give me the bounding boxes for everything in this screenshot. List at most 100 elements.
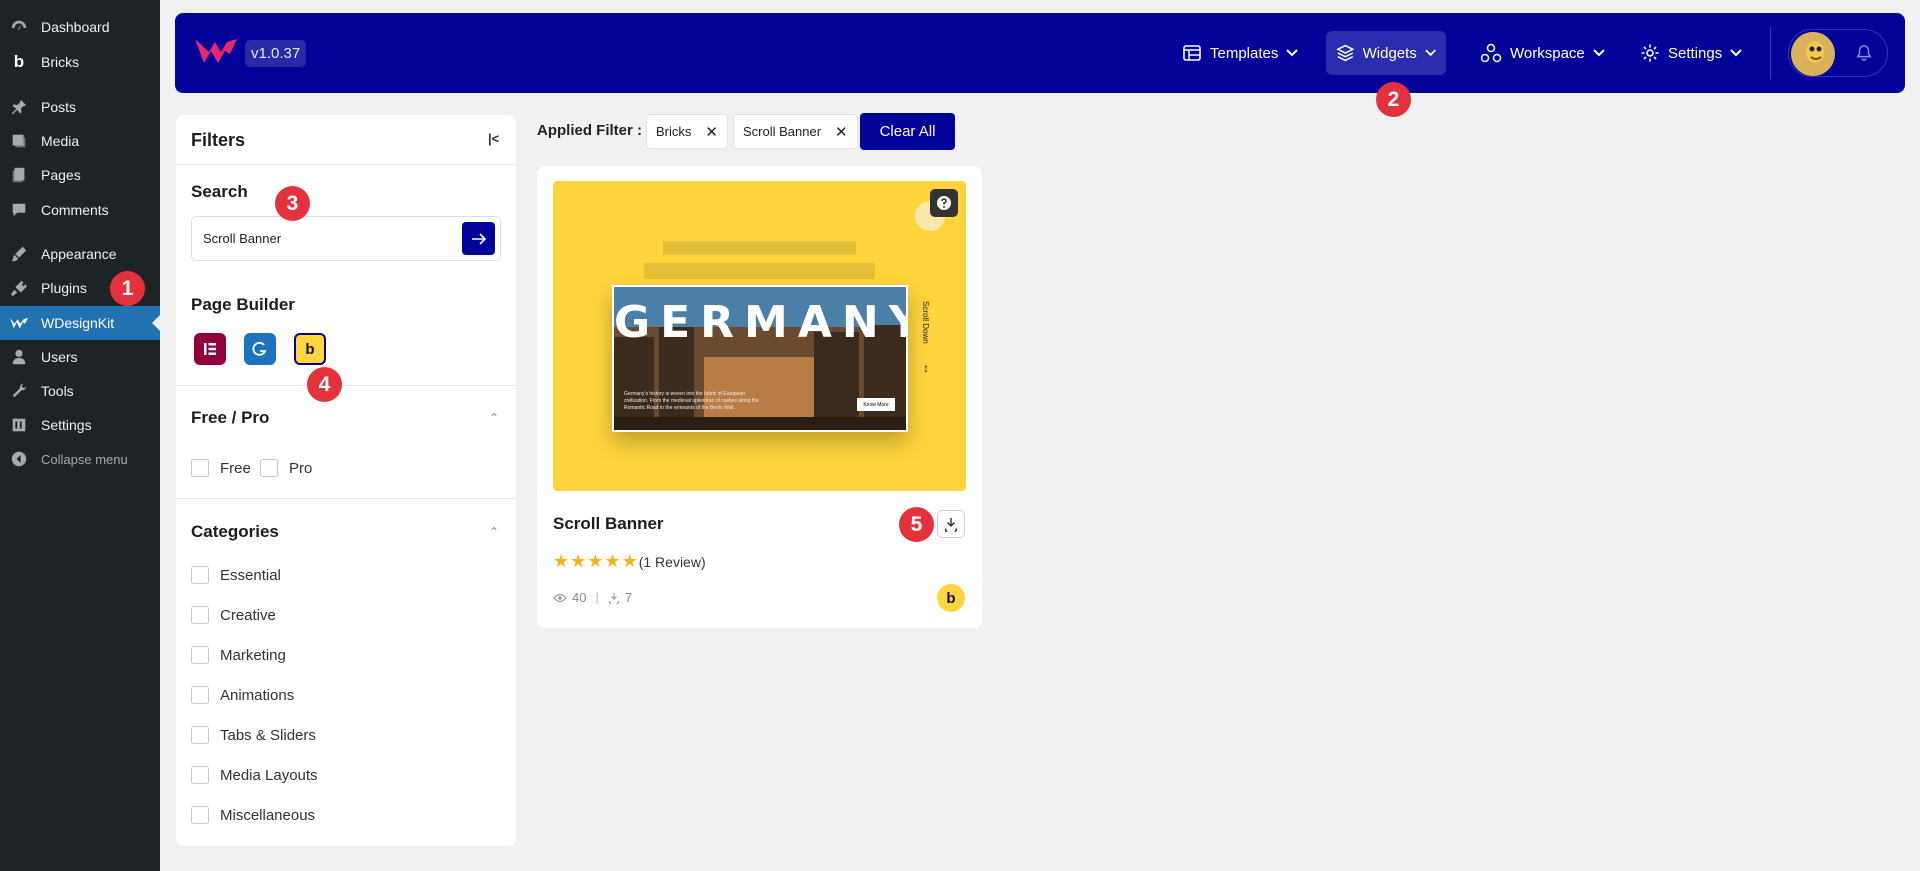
banner-button: Know More	[857, 398, 895, 411]
bricks-icon: b	[13, 52, 25, 71]
checkbox[interactable]	[191, 726, 209, 744]
chevron-down-icon	[1286, 49, 1299, 57]
nav-widgets[interactable]: Widgets	[1326, 31, 1446, 75]
checkbox[interactable]	[191, 459, 209, 477]
applied-chip-scroll-banner: Scroll Banner ✕	[733, 114, 858, 149]
applied-chip-bricks: Bricks ✕	[646, 114, 728, 149]
wp-menu-comments[interactable]: Comments	[0, 193, 160, 227]
category-tabs-sliders-checkbox[interactable]: Tabs & Sliders	[191, 726, 316, 744]
wp-menu-wdesignkit[interactable]: WDesignKit	[0, 306, 160, 340]
wp-menu-media[interactable]: Media	[0, 124, 160, 158]
wp-menu-posts[interactable]: Posts	[0, 90, 160, 124]
widget-card[interactable]: GERMANY Germany's history is woven into …	[537, 166, 982, 628]
step-marker-5: 5	[899, 507, 934, 542]
filters-panel: Filters |< Search Page Builder b Free / …	[176, 115, 516, 846]
wp-menu-settings[interactable]: Settings	[0, 408, 160, 442]
widget-title[interactable]: Scroll Banner	[553, 514, 664, 534]
download-icon	[944, 518, 958, 532]
filters-title: Filters	[191, 130, 246, 150]
nav-workspace[interactable]: Workspace	[1470, 31, 1615, 75]
chevron-up-icon[interactable]: ⌃	[489, 411, 499, 425]
filter-free-checkbox[interactable]: Free	[191, 459, 251, 477]
star-icon: ★	[604, 551, 621, 571]
checkbox[interactable]	[191, 686, 209, 704]
category-miscellaneous-checkbox[interactable]: Miscellaneous	[191, 806, 315, 824]
widget-preview-image[interactable]: GERMANY Germany's history is woven into …	[553, 181, 966, 491]
gutenberg-builder-button[interactable]	[244, 333, 276, 365]
download-button[interactable]	[937, 510, 965, 538]
arrow-right-icon	[471, 232, 486, 245]
close-icon[interactable]: ✕	[705, 123, 718, 141]
info-icon[interactable]	[930, 189, 958, 217]
nav-settings[interactable]: Settings	[1630, 31, 1752, 75]
category-media-layouts-checkbox[interactable]: Media Layouts	[191, 766, 318, 784]
checkbox[interactable]	[191, 606, 209, 624]
checkbox-label: Miscellaneous	[220, 806, 316, 824]
collapse-icon	[9, 449, 29, 469]
wdesignkit-logo[interactable]	[195, 35, 239, 72]
wp-menu-collapse[interactable]: Collapse menu	[0, 442, 160, 476]
elementor-builder-button[interactable]	[194, 333, 226, 365]
checkbox[interactable]	[260, 459, 278, 477]
checkbox-label: Marketing	[220, 646, 286, 664]
wp-menu-label: Bricks	[41, 54, 80, 70]
review-count: (1 Review)	[638, 553, 706, 570]
divider	[176, 164, 516, 165]
media-icon	[9, 131, 29, 151]
close-icon[interactable]: ✕	[835, 123, 848, 141]
plug-icon	[9, 278, 29, 298]
bell-icon[interactable]	[1855, 44, 1873, 67]
category-animations-checkbox[interactable]: Animations	[191, 686, 294, 704]
stat-divider: |	[595, 590, 599, 605]
wp-menu-label: Appearance	[41, 246, 117, 262]
placeholder-bar	[663, 241, 856, 255]
bricks-builder-button[interactable]: b	[294, 333, 326, 365]
applied-filter-label: Applied Filter :	[537, 122, 642, 139]
wp-menu-pages[interactable]: Pages	[0, 158, 160, 192]
templates-icon	[1183, 45, 1201, 61]
wp-menu-bricks[interactable]: b Bricks	[0, 45, 160, 79]
clear-all-button[interactable]: Clear All	[860, 113, 955, 150]
placeholder-bar	[644, 263, 875, 279]
search-button[interactable]	[462, 222, 495, 255]
wp-menu-label: Tools	[41, 383, 74, 399]
wp-menu-dashboard[interactable]: Dashboard	[0, 10, 160, 44]
wp-menu-tools[interactable]: Tools	[0, 374, 160, 408]
avatar[interactable]	[1791, 32, 1835, 76]
search-heading: Search	[191, 182, 248, 201]
wp-menu-label: Collapse menu	[41, 451, 128, 467]
bricks-icon: b	[946, 589, 956, 607]
step-marker-3: 3	[275, 186, 310, 221]
step-marker-4: 4	[307, 367, 342, 402]
wp-menu-label: Posts	[41, 99, 77, 115]
wp-menu-label: WDesignKit	[41, 315, 115, 331]
divider	[176, 385, 516, 386]
chevron-down-icon	[1730, 49, 1742, 57]
step-marker-2: 2	[1376, 82, 1411, 117]
category-creative-checkbox[interactable]: Creative	[191, 606, 276, 624]
download-count: 7	[624, 590, 633, 605]
checkbox[interactable]	[191, 566, 209, 584]
collapse-panel-icon[interactable]: |<	[488, 131, 499, 146]
checkbox[interactable]	[191, 806, 209, 824]
bricks-icon: b	[305, 340, 315, 358]
nav-templates[interactable]: Templates	[1172, 31, 1308, 75]
nav-divider	[1770, 27, 1771, 79]
user-icon	[9, 347, 29, 367]
search-input[interactable]	[191, 216, 501, 261]
checkbox[interactable]	[191, 646, 209, 664]
checkbox[interactable]	[191, 766, 209, 784]
filter-pro-checkbox[interactable]: Pro	[260, 459, 312, 477]
wp-menu-label: Settings	[41, 417, 92, 433]
wp-menu-users[interactable]: Users	[0, 340, 160, 374]
wdesignkit-icon	[9, 313, 29, 333]
category-marketing-checkbox[interactable]: Marketing	[191, 646, 286, 664]
wp-menu-appearance[interactable]: Appearance	[0, 237, 160, 271]
chevron-up-icon[interactable]: ⌃	[489, 525, 499, 539]
pin-icon	[9, 97, 29, 117]
category-essential-checkbox[interactable]: Essential	[191, 566, 281, 584]
profile-toggle[interactable]	[1788, 29, 1888, 77]
checkbox-label: Media Layouts	[220, 766, 318, 784]
checkbox-label: Pro	[289, 459, 313, 477]
nav-label: Workspace	[1510, 44, 1585, 62]
